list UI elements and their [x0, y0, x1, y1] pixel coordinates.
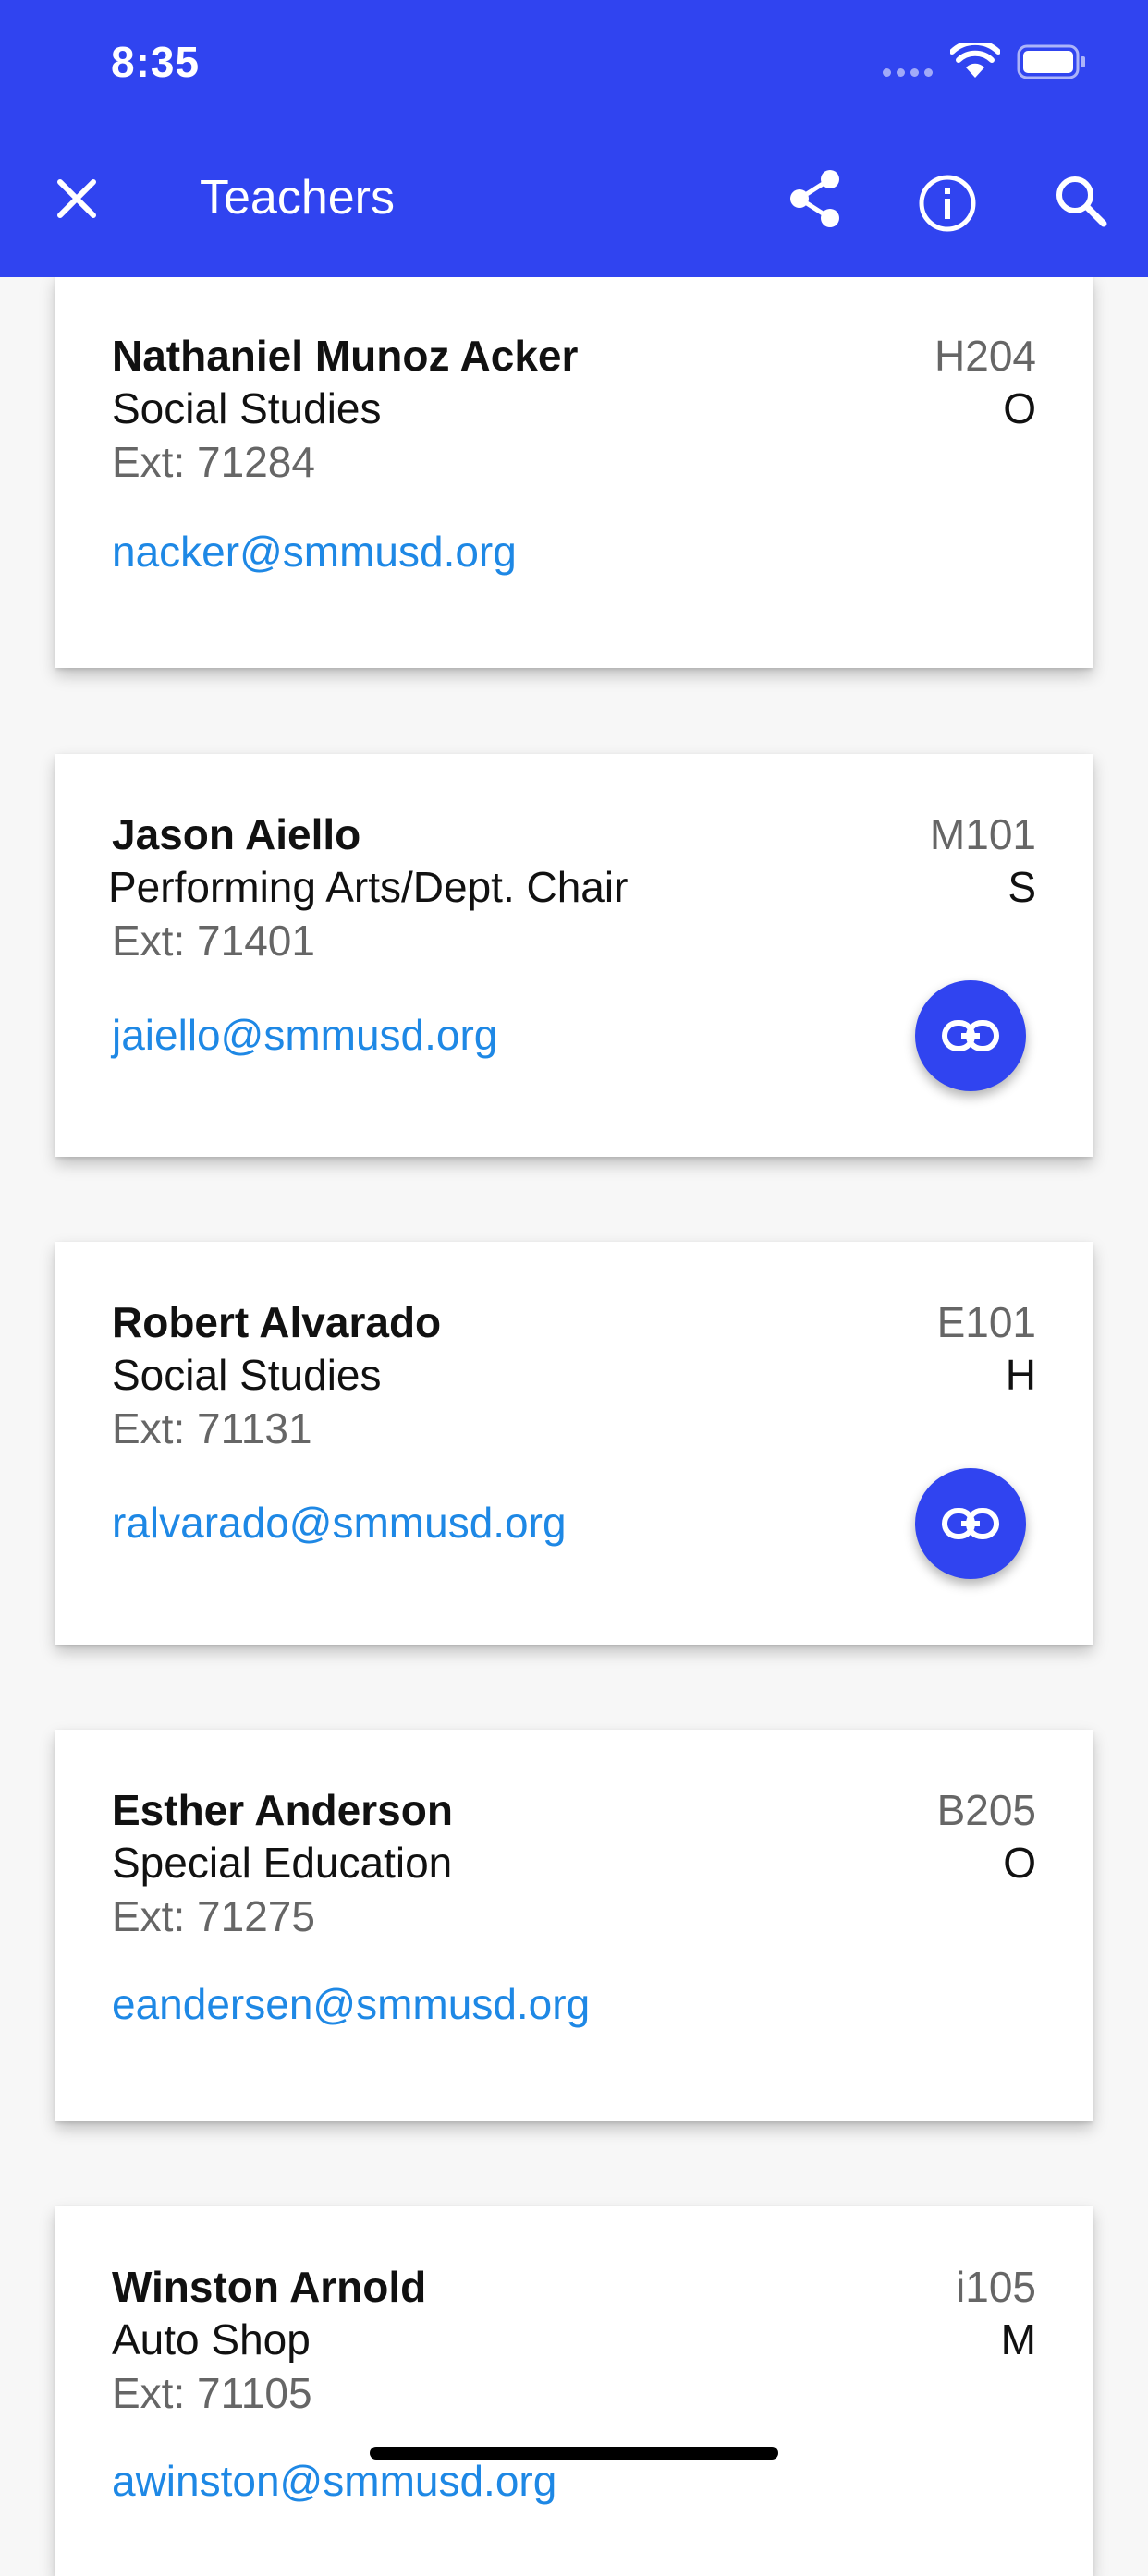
teacher-room: E101	[936, 1298, 1036, 1346]
page-title: Teachers	[200, 171, 395, 225]
teacher-period: M	[1000, 2315, 1036, 2363]
teacher-extension: Ext: 71131	[112, 1404, 312, 1452]
teacher-extension: Ext: 71105	[112, 2369, 312, 2417]
teacher-email-link[interactable]: jaiello@smmusd.org	[112, 1010, 497, 1060]
teacher-email-link[interactable]: eandersen@smmusd.org	[112, 1979, 590, 2029]
search-icon	[1056, 176, 1107, 227]
teacher-room: B205	[936, 1786, 1036, 1834]
teacher-card[interactable]: Robert Alvarado Social Studies Ext: 7113…	[55, 1242, 1093, 1645]
teacher-email-link[interactable]: ralvarado@smmusd.org	[112, 1498, 567, 1548]
home-indicator	[370, 2447, 778, 2460]
website-link-button[interactable]	[915, 980, 1026, 1091]
close-icon	[57, 179, 96, 218]
share-button[interactable]	[786, 168, 847, 229]
wifi-icon	[950, 43, 1000, 78]
teacher-department: Performing Arts/Dept. Chair	[108, 863, 629, 911]
teacher-name: Winston Arnold	[112, 2263, 427, 2311]
close-button[interactable]	[44, 166, 109, 231]
share-icon	[790, 170, 839, 227]
teacher-email-link[interactable]: awinston@smmusd.org	[112, 2456, 556, 2506]
info-icon	[919, 175, 976, 232]
teacher-department: Auto Shop	[112, 2315, 311, 2363]
website-link-button[interactable]	[915, 1468, 1026, 1579]
teacher-period: O	[1003, 1839, 1036, 1887]
teacher-department: Social Studies	[112, 384, 382, 432]
teacher-name: Nathaniel Munoz Acker	[112, 332, 579, 380]
teacher-room: i105	[956, 2263, 1036, 2311]
link-icon	[942, 1020, 999, 1051]
teacher-card[interactable]: Winston Arnold Auto Shop Ext: 71105 awin…	[55, 2206, 1093, 2576]
teacher-department: Special Education	[112, 1839, 453, 1887]
teacher-name: Jason Aiello	[112, 810, 361, 858]
teacher-card[interactable]: Jason Aiello Performing Arts/Dept. Chair…	[55, 754, 1093, 1157]
teacher-room: H204	[934, 332, 1036, 380]
teacher-extension: Ext: 71401	[112, 917, 315, 965]
teacher-card[interactable]: Nathaniel Munoz Acker Social Studies Ext…	[55, 275, 1093, 668]
teacher-name: Esther Anderson	[112, 1786, 453, 1834]
teacher-period: S	[1008, 863, 1036, 911]
teacher-extension: Ext: 71284	[112, 438, 315, 486]
teacher-period: O	[1003, 384, 1036, 432]
search-button[interactable]	[1052, 172, 1109, 229]
teacher-department: Social Studies	[112, 1351, 382, 1399]
teacher-period: H	[1005, 1351, 1036, 1399]
teacher-name: Robert Alvarado	[112, 1298, 442, 1346]
cellular-signal-icon	[883, 68, 933, 77]
link-icon	[942, 1508, 999, 1539]
teacher-email-link[interactable]: nacker@smmusd.org	[112, 527, 517, 577]
status-time: 8:35	[111, 38, 201, 86]
app-header: 8:35 Teachers	[0, 0, 1148, 277]
teacher-extension: Ext: 71275	[112, 1892, 315, 1940]
teacher-card[interactable]: Esther Anderson Special Education Ext: 7…	[55, 1730, 1093, 2121]
teacher-room: M101	[929, 810, 1036, 858]
info-button[interactable]	[916, 172, 979, 235]
battery-icon	[1017, 44, 1085, 79]
